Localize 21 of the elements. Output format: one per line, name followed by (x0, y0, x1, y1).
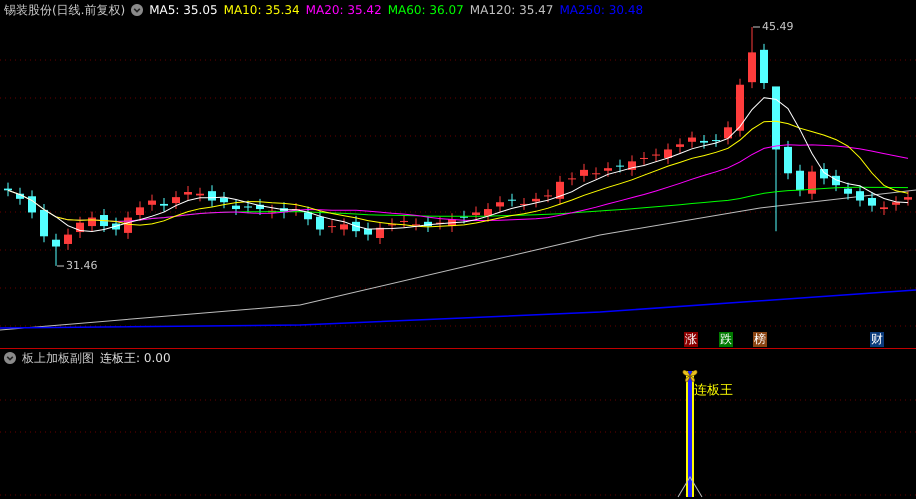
moving-average-label: MA60: 36.07 (388, 3, 464, 17)
indicator-title: 板上加板副图 (22, 350, 94, 366)
event-tag[interactable]: 榜 (753, 332, 767, 347)
moving-average-label: MA250: 30.48 (559, 3, 644, 17)
moving-average-label: MA10: 35.34 (224, 3, 300, 17)
moving-average-label: MA20: 35.42 (306, 3, 382, 17)
event-tag[interactable]: 财 (870, 332, 884, 347)
event-tag[interactable]: 涨 (684, 332, 698, 347)
signal-line (678, 476, 702, 498)
event-tag[interactable]: 跌 (719, 332, 733, 347)
dropdown-icon[interactable] (4, 352, 16, 364)
indicator-value: 连板王: 0.00 (100, 350, 171, 366)
signal-label: 连板王 (694, 382, 733, 399)
moving-average-label: MA5: 35.05 (149, 3, 218, 17)
moving-average-label: MA120: 35.47 (470, 3, 554, 17)
high-price-label: 45.49 (762, 20, 794, 33)
leader-line (752, 26, 760, 28)
dropdown-icon[interactable] (131, 4, 144, 16)
butterfly-icon (682, 369, 698, 383)
stock-title: 锡装股份(日线.前复权) (4, 2, 126, 18)
low-price-label: 31.46 (66, 259, 98, 272)
